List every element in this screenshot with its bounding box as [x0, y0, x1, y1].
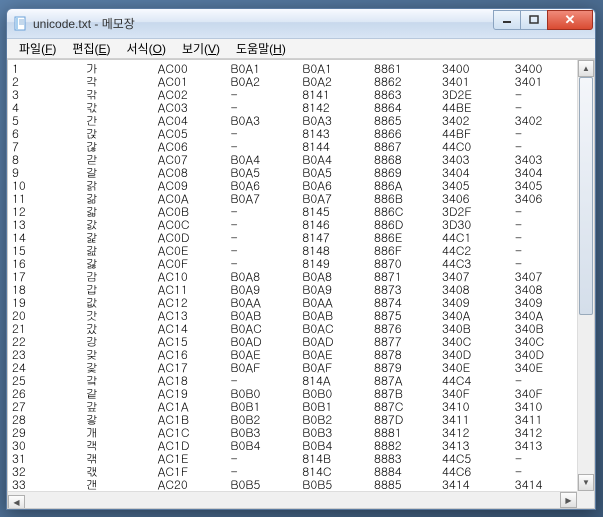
menu-item-4[interactable]: 도움말(H)	[228, 39, 294, 58]
cell: 3402	[515, 114, 573, 127]
menu-item-0[interactable]: 파일(F)	[11, 39, 64, 58]
cell: 6	[12, 127, 86, 140]
cell: B0A7	[230, 192, 302, 205]
scroll-thumb[interactable]	[579, 77, 593, 315]
cell: B0AF	[230, 361, 302, 374]
cell: -	[230, 452, 302, 465]
title-bar[interactable]: unicode.txt - 메모장 ✕	[7, 9, 595, 39]
scroll-down-button[interactable]: ▼	[578, 474, 594, 491]
cell: B0B4	[230, 439, 302, 452]
cell: -	[515, 88, 573, 101]
minimize-button[interactable]	[493, 10, 521, 30]
scroll-right-button[interactable]: ▶	[560, 492, 577, 508]
cell: -	[515, 205, 573, 218]
cell: -	[230, 205, 302, 218]
cell: B0A3	[230, 114, 302, 127]
menu-item-1[interactable]: 편집(E)	[64, 39, 118, 58]
cell: B0B5	[230, 478, 302, 491]
cell: 3401	[515, 75, 573, 88]
menu-item-2[interactable]: 서식(O)	[119, 39, 174, 58]
horizontal-scrollbar[interactable]: ◀ ▶	[8, 491, 577, 508]
cell: 2	[12, 75, 86, 88]
cell: -	[515, 127, 573, 140]
cell: 3	[12, 88, 86, 101]
cell: 8	[12, 153, 86, 166]
cell: -	[230, 88, 302, 101]
window-buttons: ✕	[494, 10, 593, 30]
cell: 3413	[515, 439, 573, 452]
cell: -	[230, 244, 302, 257]
cell: -	[515, 244, 573, 257]
cell: 4	[12, 101, 86, 114]
text-content[interactable]: 1가AC00B0A1B0A18861340034002각AC01B0A2B0A2…	[8, 60, 577, 491]
scroll-left-button[interactable]: ◀	[8, 495, 25, 510]
scroll-track[interactable]	[578, 77, 594, 474]
maximize-button[interactable]	[520, 10, 548, 30]
cell: 340E	[515, 361, 573, 374]
cell: -	[515, 218, 573, 231]
cell: 7	[12, 140, 86, 153]
scroll-up-button[interactable]: ▲	[578, 60, 594, 77]
menu-bar: 파일(F)편집(E)서식(O)보기(V)도움말(H)	[7, 39, 595, 59]
scroll-corner	[577, 491, 594, 508]
menu-item-3[interactable]: 보기(V)	[174, 39, 228, 58]
cell: -	[515, 452, 573, 465]
cell: -	[230, 231, 302, 244]
cell: B0A2	[230, 75, 302, 88]
cell: 5	[12, 114, 86, 127]
vertical-scrollbar[interactable]: ▲ ▼	[577, 60, 594, 491]
cell: 3406	[515, 192, 573, 205]
notepad-icon	[13, 16, 29, 32]
close-button[interactable]: ✕	[547, 10, 593, 30]
cell: 3414	[515, 478, 573, 491]
content-area: 1가AC00B0A1B0A18861340034002각AC01B0A2B0A2…	[7, 59, 595, 509]
cell: 1	[12, 62, 86, 75]
window-title: unicode.txt - 메모장	[33, 15, 494, 32]
cell: -	[515, 231, 573, 244]
cell: -	[230, 218, 302, 231]
cell: -	[230, 127, 302, 140]
app-window: unicode.txt - 메모장 ✕ 파일(F)편집(E)서식(O)보기(V)…	[6, 8, 596, 510]
